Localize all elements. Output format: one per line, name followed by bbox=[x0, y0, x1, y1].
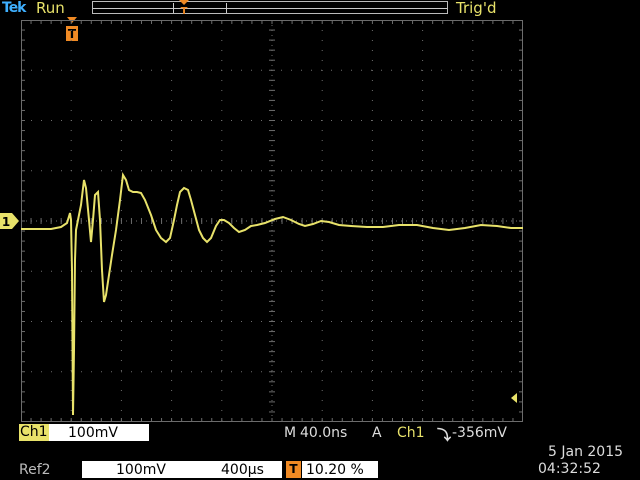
trigger-level[interactable]: -356mV bbox=[452, 425, 507, 441]
brand-logo: Tek bbox=[2, 0, 26, 16]
reference-scale: 100mV bbox=[116, 462, 166, 478]
trigger-slope-icon: ⤵ bbox=[437, 428, 451, 444]
record-line bbox=[93, 8, 447, 9]
acquisition-state[interactable]: Run bbox=[36, 0, 65, 17]
waveform-display[interactable] bbox=[21, 20, 523, 422]
channel1-ground-marker[interactable]: 1 bbox=[0, 212, 20, 230]
trigger-type: A bbox=[372, 425, 382, 441]
trigger-source[interactable]: Ch1 bbox=[397, 425, 425, 441]
channel1-scale: 100mV bbox=[68, 425, 118, 441]
trigger-status: Trig'd bbox=[456, 0, 497, 17]
clock-date: 5 Jan 2015 bbox=[548, 444, 624, 460]
channel1-name: Ch1 bbox=[20, 424, 48, 440]
trigger-position-marker-icon: T bbox=[179, 0, 189, 16]
record-view-bar: T bbox=[92, 0, 448, 16]
reference-timebase: 400µs bbox=[221, 462, 264, 478]
reference-name[interactable]: Ref2 bbox=[19, 462, 51, 478]
trigger-offset-icon: T bbox=[286, 461, 301, 478]
clock-time: 04:32:52 bbox=[538, 461, 601, 477]
timebase-value[interactable]: 40.0ns bbox=[300, 425, 347, 441]
trigger-offset-value[interactable]: 10.20 % bbox=[306, 462, 364, 478]
timebase-mode: M bbox=[284, 425, 297, 441]
svg-text:T: T bbox=[181, 6, 188, 16]
channel1-marker-label: 1 bbox=[2, 215, 10, 229]
